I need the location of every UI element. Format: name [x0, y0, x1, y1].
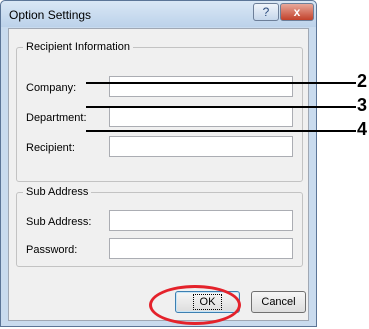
- callout-number-3: 3: [357, 95, 368, 115]
- ok-highlight-circle: [149, 285, 241, 325]
- password-label: Password:: [26, 244, 78, 256]
- callout-line-recipient: [86, 130, 356, 132]
- callout-number-2: 2: [357, 71, 368, 91]
- company-label: Company:: [26, 82, 77, 94]
- department-label: Department:: [26, 112, 87, 124]
- sub-address-label: Sub Address:: [26, 216, 92, 228]
- option-settings-dialog: Option Settings ? x Recipient Informatio…: [0, 0, 317, 327]
- help-button[interactable]: ?: [253, 3, 279, 21]
- recipient-information-title: Recipient Information: [23, 41, 133, 53]
- title-bar: Option Settings ? x: [1, 1, 316, 27]
- sub-address-group: Sub Address Sub Address: Password:: [16, 186, 303, 267]
- cancel-button[interactable]: Cancel: [251, 291, 306, 313]
- sub-address-title: Sub Address: [23, 186, 92, 198]
- recipient-information-group: Recipient Information Company: Departmen…: [16, 41, 303, 182]
- dialog-content: Recipient Information Company: Departmen…: [8, 28, 309, 321]
- callout-line-department: [86, 106, 356, 108]
- recipient-field[interactable]: [109, 136, 293, 157]
- close-button[interactable]: x: [280, 3, 314, 21]
- callout-number-4: 4: [357, 119, 368, 139]
- help-icon: ?: [262, 5, 270, 19]
- dialog-title: Option Settings: [9, 8, 92, 22]
- close-icon: x: [293, 5, 301, 19]
- password-field[interactable]: [109, 238, 293, 259]
- recipient-label: Recipient:: [26, 142, 75, 154]
- sub-address-field[interactable]: [109, 210, 293, 231]
- callout-line-company: [86, 82, 356, 84]
- department-field[interactable]: [109, 106, 293, 127]
- company-field[interactable]: [109, 76, 293, 97]
